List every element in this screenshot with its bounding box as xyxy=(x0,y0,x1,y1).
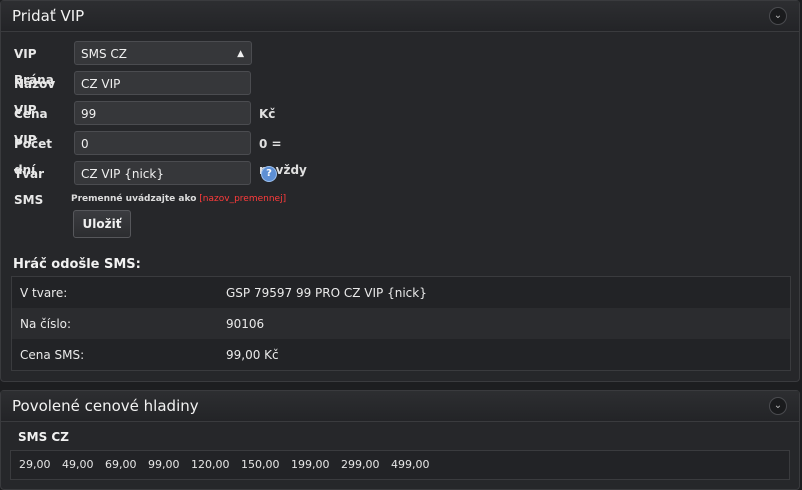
price-level: 69,00 xyxy=(105,458,137,471)
gateway-select-value: SMS CZ xyxy=(81,47,128,61)
row-value: GSP 79597 99 PRO CZ VIP {nick} xyxy=(218,276,791,308)
panel-title: Povolené cenové hladiny xyxy=(12,397,199,415)
price-levels-list: 29,00 49,00 69,00 99,00 120,00 150,00 19… xyxy=(10,450,790,480)
row-key: Na číslo: xyxy=(11,308,218,339)
help-icon[interactable]: ? xyxy=(261,166,277,182)
row-key: V tvare: xyxy=(11,276,218,308)
row-value: 90106 xyxy=(218,308,791,339)
price-level: 49,00 xyxy=(62,458,94,471)
table-row: V tvare: GSP 79597 99 PRO CZ VIP {nick} xyxy=(11,276,791,308)
row-key: Cena SMS: xyxy=(11,339,218,371)
sms-info-table: V tvare: GSP 79597 99 PRO CZ VIP {nick} … xyxy=(11,276,791,371)
sms-format-input[interactable]: CZ VIP {nick} xyxy=(74,161,251,185)
price-input[interactable]: 99 xyxy=(74,101,251,125)
price-currency: Kč xyxy=(259,107,276,121)
gateway-subtitle: SMS CZ xyxy=(18,430,69,444)
save-button[interactable]: Uložiť xyxy=(73,210,131,238)
panel-header: Povolené cenové hladiny ⌄ xyxy=(1,391,799,422)
price-level: 150,00 xyxy=(241,458,280,471)
name-input[interactable]: CZ VIP xyxy=(74,71,251,95)
price-level: 299,00 xyxy=(341,458,380,471)
add-vip-panel: Pridať VIP ⌄ VIP Brána SMS CZ ▲ Názov VI… xyxy=(0,0,800,382)
price-level: 120,00 xyxy=(191,458,230,471)
price-level: 199,00 xyxy=(291,458,330,471)
select-arrows-icon: ▲ xyxy=(237,49,244,59)
panel-title: Pridať VIP xyxy=(12,7,85,25)
days-input[interactable]: 0 xyxy=(74,131,251,155)
hint-variable: [nazov_premennej] xyxy=(199,194,287,204)
row-value: 99,00 Kč xyxy=(218,339,791,371)
price-level: 499,00 xyxy=(391,458,430,471)
sms-format-label: Tvar SMS xyxy=(14,167,45,207)
sms-section-title: Hráč odošle SMS: xyxy=(13,257,141,272)
table-row: Cena SMS: 99,00 Kč xyxy=(11,339,791,371)
chevron-down-icon[interactable]: ⌄ xyxy=(769,397,787,415)
price-level: 29,00 xyxy=(19,458,51,471)
hint-text: Premenné uvádzajte ako xyxy=(71,194,197,204)
price-level: 99,00 xyxy=(148,458,180,471)
panel-header: Pridať VIP ⌄ xyxy=(1,1,799,32)
chevron-down-icon[interactable]: ⌄ xyxy=(769,7,787,25)
gateway-select[interactable]: SMS CZ ▲ xyxy=(74,41,252,65)
table-row: Na číslo: 90106 xyxy=(11,308,791,339)
variable-hint: Premenné uvádzajte ako [nazov_premennej] xyxy=(71,194,286,204)
